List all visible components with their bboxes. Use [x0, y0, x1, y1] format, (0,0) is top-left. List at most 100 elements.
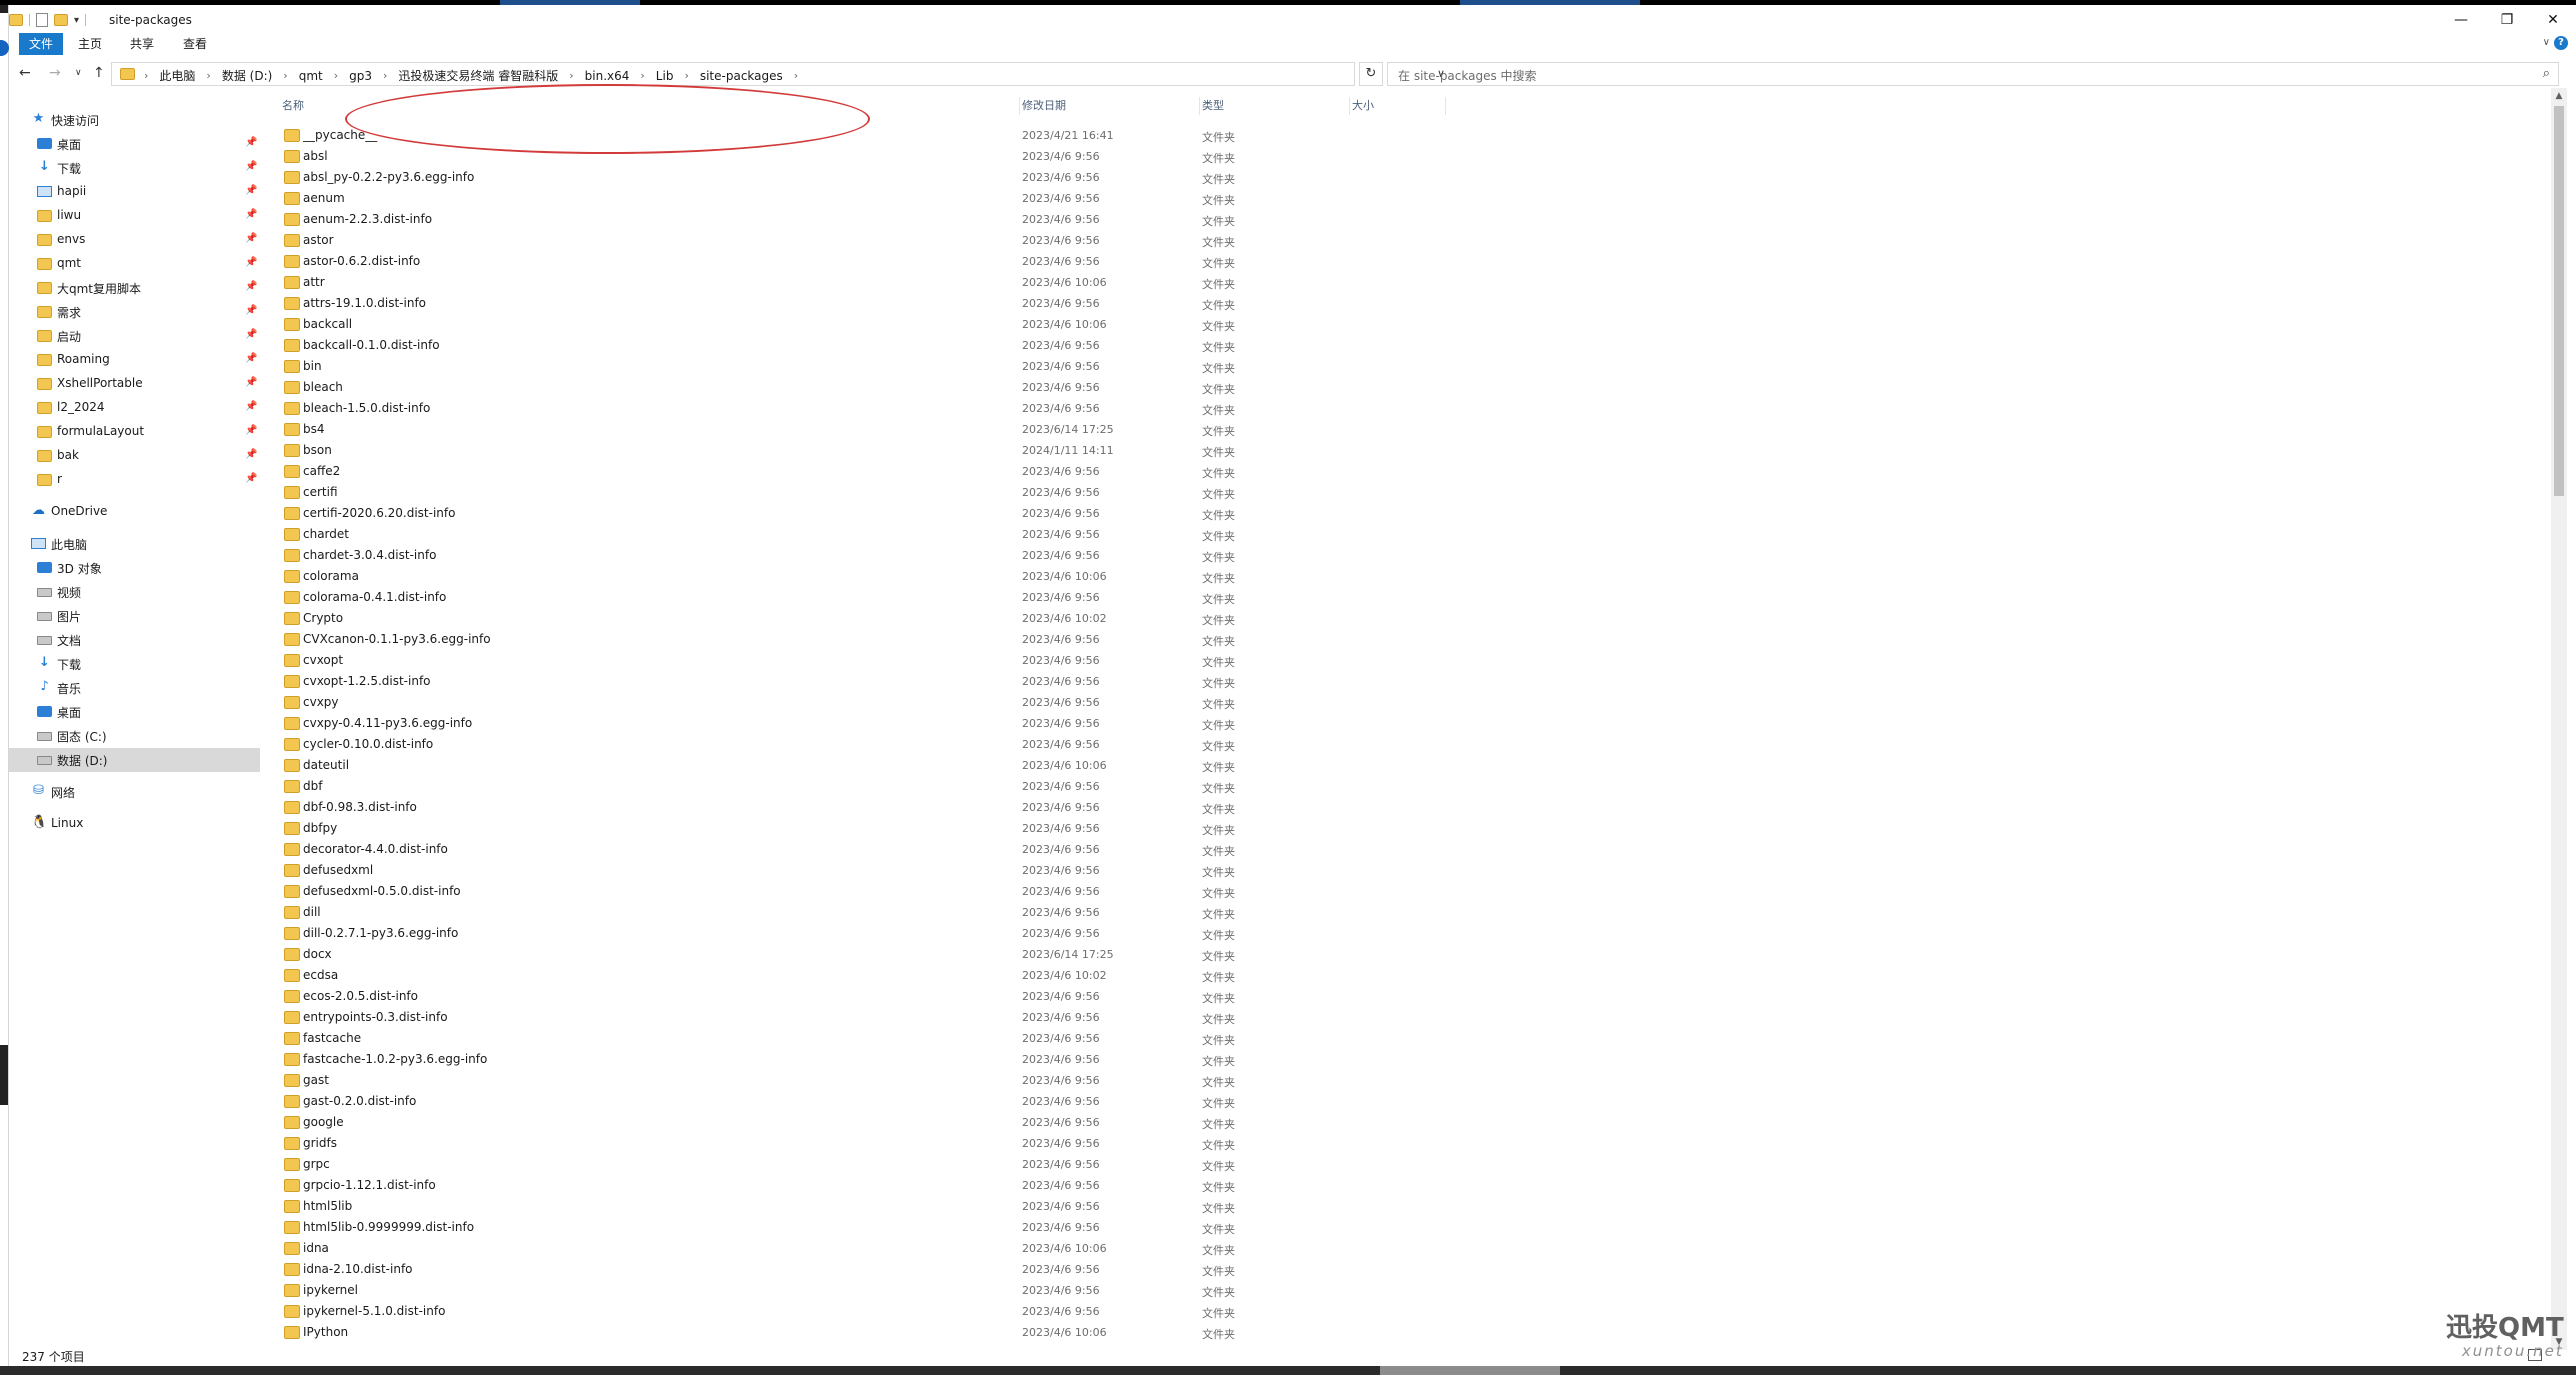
file-row[interactable]: IPython 2023/4/6 10:06 文件夹: [280, 1322, 1440, 1343]
file-row[interactable]: bs4 2023/6/14 17:25 文件夹: [280, 419, 1440, 440]
search-icon[interactable]: ⌕: [2543, 66, 2550, 81]
nav-pc-item[interactable]: ♪ 音乐: [9, 676, 260, 700]
nav-pinned-item[interactable]: bak 📌: [9, 444, 260, 468]
nav-pinned-item[interactable]: ↓ 下载 📌: [9, 156, 260, 180]
file-row[interactable]: bleach 2023/4/6 9:56 文件夹: [280, 377, 1440, 398]
pin-icon[interactable]: 📌: [245, 281, 257, 292]
nav-pinned-item[interactable]: Roaming 📌: [9, 348, 260, 372]
pin-icon[interactable]: 📌: [245, 353, 257, 364]
file-row[interactable]: cvxopt-1.2.5.dist-info 2023/4/6 9:56 文件夹: [280, 671, 1440, 692]
nav-onedrive[interactable]: ☁ OneDrive: [9, 500, 260, 524]
forward-button[interactable]: →: [49, 65, 61, 81]
tab-view[interactable]: 查看: [183, 33, 207, 55]
scrollbar-thumb[interactable]: [2554, 106, 2564, 496]
file-row[interactable]: astor-0.6.2.dist-info 2023/4/6 9:56 文件夹: [280, 251, 1440, 272]
help-icon[interactable]: ?: [2554, 36, 2568, 50]
file-row[interactable]: gridfs 2023/4/6 9:56 文件夹: [280, 1133, 1440, 1154]
file-row[interactable]: cvxpy 2023/4/6 9:56 文件夹: [280, 692, 1440, 713]
column-header-name[interactable]: 名称: [282, 97, 1020, 115]
pin-icon[interactable]: 📌: [245, 329, 257, 340]
breadcrumb-lib[interactable]: Lib: [654, 69, 676, 83]
file-row[interactable]: cycler-0.10.0.dist-info 2023/4/6 9:56 文件夹: [280, 734, 1440, 755]
expand-ribbon-icon[interactable]: ∨: [2543, 37, 2550, 48]
file-row[interactable]: aenum 2023/4/6 9:56 文件夹: [280, 188, 1440, 209]
file-row[interactable]: cvxpy-0.4.11-py3.6.egg-info 2023/4/6 9:56…: [280, 713, 1440, 734]
file-row[interactable]: idna-2.10.dist-info 2023/4/6 9:56 文件夹: [280, 1259, 1440, 1280]
file-row[interactable]: astor 2023/4/6 9:56 文件夹: [280, 230, 1440, 251]
pin-icon[interactable]: 📌: [245, 257, 257, 268]
file-row[interactable]: gast 2023/4/6 9:56 文件夹: [280, 1070, 1440, 1091]
file-row[interactable]: certifi-2020.6.20.dist-info 2023/4/6 9:56…: [280, 503, 1440, 524]
breadcrumb-drive-d[interactable]: 数据 (D:): [220, 67, 274, 84]
nav-network[interactable]: ⛁ 网络: [9, 780, 260, 804]
nav-pinned-item[interactable]: 需求 📌: [9, 300, 260, 324]
breadcrumb-separator[interactable]: ›: [197, 69, 219, 82]
column-header-size[interactable]: 大小: [1352, 97, 1446, 115]
minimize-button[interactable]: —: [2438, 5, 2484, 35]
column-header-modified[interactable]: 修改日期: [1022, 97, 1200, 115]
new-folder-icon[interactable]: [54, 14, 68, 26]
address-bar[interactable]: › 此电脑 › 数据 (D:) › qmt › gp3 › 迅投极速交易终端 睿…: [111, 62, 1445, 86]
file-row[interactable]: certifi 2023/4/6 9:56 文件夹: [280, 482, 1440, 503]
refresh-button[interactable]: ↻: [1359, 62, 1383, 86]
up-button[interactable]: ↑: [93, 65, 105, 81]
file-row[interactable]: bin 2023/4/6 9:56 文件夹: [280, 356, 1440, 377]
recent-locations-button[interactable]: ∨: [75, 68, 82, 78]
maximize-button[interactable]: ❐: [2484, 5, 2530, 35]
nav-pinned-item[interactable]: 启动 📌: [9, 324, 260, 348]
file-row[interactable]: grpcio-1.12.1.dist-info 2023/4/6 9:56 文件夹: [280, 1175, 1440, 1196]
file-row[interactable]: fastcache 2023/4/6 9:56 文件夹: [280, 1028, 1440, 1049]
breadcrumb-this-pc[interactable]: 此电脑: [157, 67, 197, 84]
breadcrumb-separator[interactable]: ›: [325, 69, 347, 82]
vertical-scrollbar[interactable]: ▲ ▼: [2551, 88, 2567, 1350]
file-row[interactable]: cvxopt 2023/4/6 9:56 文件夹: [280, 650, 1440, 671]
file-row[interactable]: backcall-0.1.0.dist-info 2023/4/6 9:56 文件夹: [280, 335, 1440, 356]
file-row[interactable]: ecos-2.0.5.dist-info 2023/4/6 9:56 文件夹: [280, 986, 1440, 1007]
file-row[interactable]: docx 2023/6/14 17:25 文件夹: [280, 944, 1440, 965]
pin-icon[interactable]: 📌: [245, 305, 257, 316]
nav-pc-item[interactable]: 固态 (C:): [9, 724, 260, 748]
file-row[interactable]: html5lib 2023/4/6 9:56 文件夹: [280, 1196, 1440, 1217]
file-row[interactable]: backcall 2023/4/6 10:06 文件夹: [280, 314, 1440, 335]
breadcrumb-separator[interactable]: ›: [374, 69, 396, 82]
file-row[interactable]: colorama-0.4.1.dist-info 2023/4/6 9:56 文件夹: [280, 587, 1440, 608]
nav-quick-access[interactable]: ★ 快速访问: [9, 108, 260, 132]
file-row[interactable]: google 2023/4/6 9:56 文件夹: [280, 1112, 1440, 1133]
back-button[interactable]: ←: [19, 65, 31, 81]
pin-icon[interactable]: 📌: [245, 209, 257, 220]
nav-pinned-item[interactable]: hapii 📌: [9, 180, 260, 204]
file-row[interactable]: chardet-3.0.4.dist-info 2023/4/6 9:56 文件夹: [280, 545, 1440, 566]
pin-icon[interactable]: 📌: [245, 137, 257, 148]
file-row[interactable]: colorama 2023/4/6 10:06 文件夹: [280, 566, 1440, 587]
nav-pc-item[interactable]: 图片: [9, 604, 260, 628]
file-row[interactable]: ipykernel-5.1.0.dist-info 2023/4/6 9:56 文件…: [280, 1301, 1440, 1322]
tab-file[interactable]: 文件: [19, 33, 63, 55]
breadcrumb-separator[interactable]: ›: [560, 69, 582, 82]
breadcrumb-separator[interactable]: ›: [274, 69, 296, 82]
pin-icon[interactable]: 📌: [245, 425, 257, 436]
pin-icon[interactable]: 📌: [245, 401, 257, 412]
file-row[interactable]: __pycache__ 2023/4/21 16:41 文件夹: [280, 125, 1440, 146]
file-row[interactable]: bleach-1.5.0.dist-info 2023/4/6 9:56 文件夹: [280, 398, 1440, 419]
file-row[interactable]: bson 2024/1/11 14:11 文件夹: [280, 440, 1440, 461]
file-row[interactable]: absl_py-0.2.2-py3.6.egg-info 2023/4/6 9:5…: [280, 167, 1440, 188]
file-row[interactable]: ecdsa 2023/4/6 10:02 文件夹: [280, 965, 1440, 986]
file-row[interactable]: caffe2 2023/4/6 9:56 文件夹: [280, 461, 1440, 482]
file-row[interactable]: fastcache-1.0.2-py3.6.egg-info 2023/4/6 9…: [280, 1049, 1440, 1070]
nav-linux[interactable]: 🐧 Linux: [9, 812, 260, 836]
nav-this-pc[interactable]: 此电脑: [9, 532, 260, 556]
breadcrumb-gp3[interactable]: gp3: [347, 69, 374, 83]
pin-icon[interactable]: 📌: [245, 233, 257, 244]
nav-pinned-item[interactable]: 桌面 📌: [9, 132, 260, 156]
nav-pc-item[interactable]: 3D 对象: [9, 556, 260, 580]
pin-icon[interactable]: 📌: [245, 185, 257, 196]
nav-pinned-item[interactable]: XshellPortable 📌: [9, 372, 260, 396]
file-row[interactable]: dill-0.2.7.1-py3.6.egg-info 2023/4/6 9:56…: [280, 923, 1440, 944]
nav-pc-item[interactable]: ↓ 下载: [9, 652, 260, 676]
file-row[interactable]: dill 2023/4/6 9:56 文件夹: [280, 902, 1440, 923]
file-row[interactable]: dateutil 2023/4/6 10:06 文件夹: [280, 755, 1440, 776]
search-input[interactable]: 在 site-packages 中搜索 ⌕: [1387, 62, 2559, 86]
nav-pinned-item[interactable]: formulaLayout 📌: [9, 420, 260, 444]
file-row[interactable]: dbfpy 2023/4/6 9:56 文件夹: [280, 818, 1440, 839]
nav-pinned-item[interactable]: envs 📌: [9, 228, 260, 252]
